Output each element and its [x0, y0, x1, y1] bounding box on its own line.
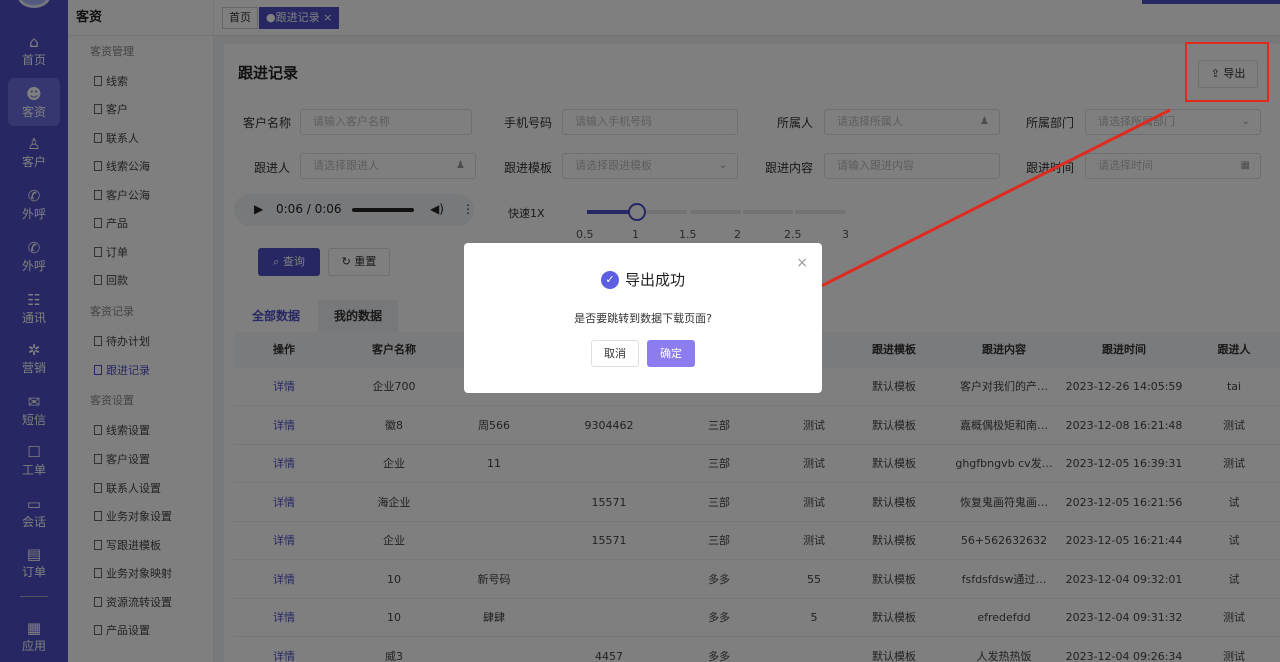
confirm-button[interactable]: 确定	[647, 340, 695, 367]
cancel-button[interactable]: 取消	[591, 340, 639, 367]
dialog-title-text: 导出成功	[624, 271, 685, 289]
check-circle-icon: ✓	[600, 271, 619, 289]
export-success-dialog: × ✓ 导出成功 是否要跳转到数据下载页面? 取消 确定	[464, 243, 822, 393]
dialog-message: 是否要跳转到数据下载页面?	[574, 312, 712, 325]
dialog-title: ✓ 导出成功	[464, 269, 822, 290]
